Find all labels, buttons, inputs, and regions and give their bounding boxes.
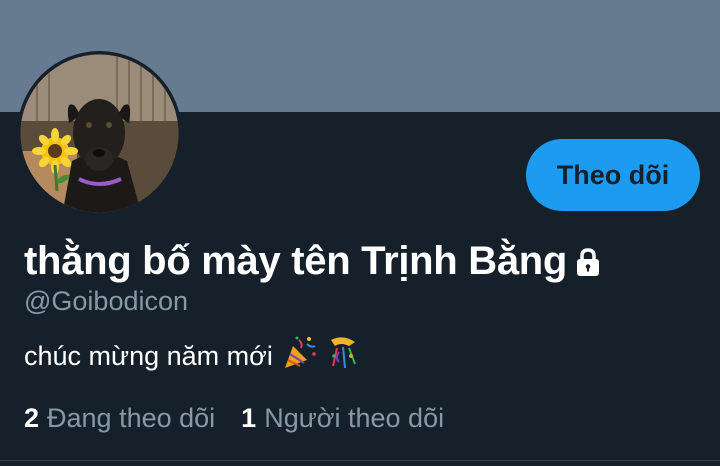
follow-button[interactable]: Theo dõi bbox=[526, 139, 700, 211]
bio-text: chúc mừng năm mới bbox=[24, 341, 273, 371]
lock-icon bbox=[573, 247, 603, 282]
following-stat[interactable]: 2 Đang theo dõi bbox=[24, 403, 215, 434]
dog-avatar-image bbox=[20, 54, 179, 213]
followers-stat[interactable]: 1 Người theo dõi bbox=[241, 403, 444, 434]
followers-count: 1 bbox=[241, 403, 257, 433]
party-popper-icon bbox=[281, 336, 317, 377]
followers-label: Người theo dõi bbox=[264, 403, 445, 433]
profile-name-row: thằng bố mày tên Trịnh Bằng bbox=[24, 233, 603, 289]
avatar[interactable] bbox=[17, 51, 182, 216]
display-name: thằng bố mày tên Trịnh Bằng bbox=[24, 238, 568, 283]
divider bbox=[0, 460, 720, 461]
following-count: 2 bbox=[24, 403, 40, 433]
profile-handle: @Goibodicon bbox=[24, 286, 189, 316]
confetti-ball-icon bbox=[325, 336, 361, 377]
following-label: Đang theo dõi bbox=[47, 403, 216, 433]
profile-bio: chúc mừng năm mới bbox=[24, 336, 361, 377]
profile-stats: 2 Đang theo dõi 1 Người theo dõi bbox=[24, 403, 444, 434]
